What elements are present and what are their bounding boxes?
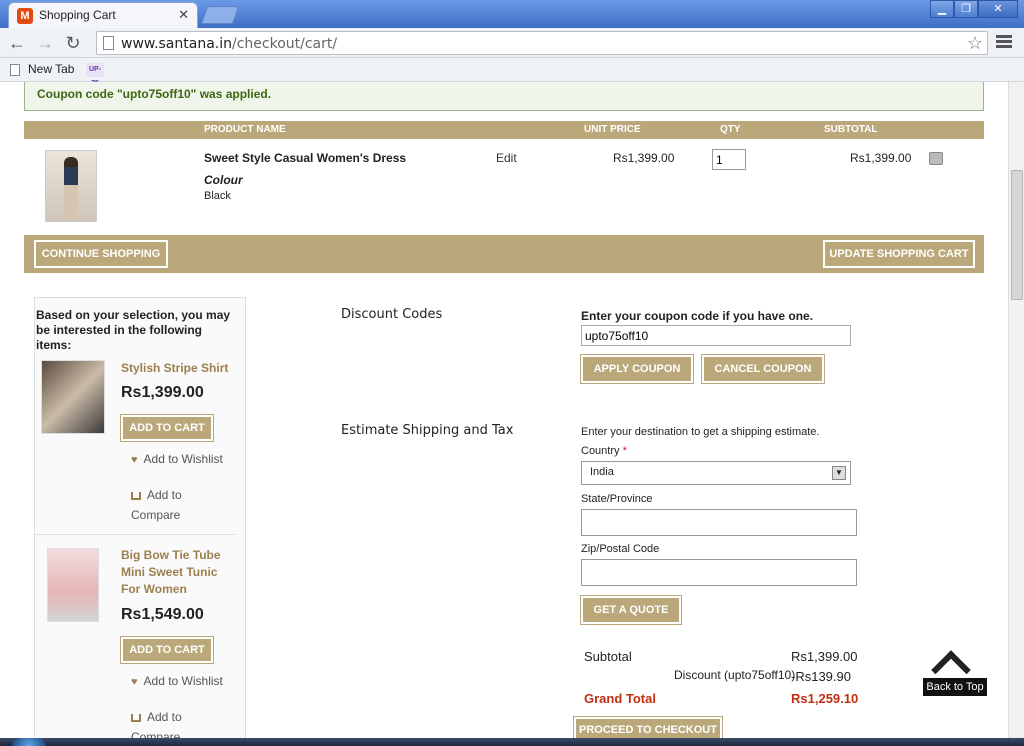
minimize-button[interactable]: ▁ [930, 0, 954, 18]
crosssell-item-image[interactable] [47, 548, 99, 622]
shipping-title: Estimate Shipping and Tax [341, 423, 514, 438]
bookmark-up75[interactable]: UP-75 [86, 63, 104, 87]
update-cart-button[interactable]: UPDATE SHOPPING CART [823, 240, 975, 268]
wishlist-label: Add to Wishlist [143, 674, 223, 688]
add-to-compare-link[interactable]: Add to Compare [131, 707, 201, 738]
unit-price: Rs1,399.00 [613, 151, 675, 165]
maximize-button[interactable]: ❐ [954, 0, 978, 18]
back-to-top-label: Back to Top [923, 678, 987, 696]
add-to-cart-button[interactable]: ADD TO CART [121, 637, 213, 663]
state-label: State/Province [581, 493, 653, 505]
discount-codes-title: Discount Codes [341, 307, 443, 322]
crosssell-item-name[interactable]: Big Bow Tie Tube Mini Sweet Tunic For Wo… [121, 547, 237, 598]
product-name[interactable]: Sweet Style Casual Women's Dress [204, 151, 406, 165]
grand-total-label: Grand Total [584, 691, 656, 706]
add-to-compare-link[interactable]: Add to Compare [131, 485, 201, 525]
header-product-name: PRODUCT NAME [204, 124, 286, 135]
crosssell-item-image[interactable] [41, 360, 105, 434]
product-image[interactable] [45, 150, 97, 222]
add-to-wishlist-link[interactable]: ♥ Add to Wishlist [131, 452, 223, 466]
continue-shopping-button[interactable]: CONTINUE SHOPPING [34, 240, 168, 268]
crosssell-sidebar: Based on your selection, you may be inte… [34, 297, 246, 738]
header-unit-price: UNIT PRICE [584, 124, 641, 135]
zip-label: Zip/Postal Code [581, 543, 660, 555]
url-text[interactable]: www.santana.in/checkout/cart/ [121, 36, 337, 52]
os-taskbar [0, 738, 1024, 746]
product-option-value: Black [204, 190, 231, 202]
item-subtotal: Rs1,399.00 [850, 151, 912, 165]
magento-favicon-icon: M [17, 8, 33, 24]
get-quote-button[interactable]: GET A QUOTE [581, 596, 681, 624]
add-to-wishlist-link[interactable]: ♥ Add to Wishlist [131, 674, 223, 688]
window-controls: ▁ ❐ ✕ [930, 0, 1018, 18]
heart-icon: ♥ [131, 676, 138, 688]
discount-value: -Rs139.90 [791, 669, 851, 684]
url-path: /checkout/cart/ [232, 36, 338, 52]
bookmark-new-tab[interactable]: New Tab [28, 62, 74, 76]
coupon-code-input[interactable] [581, 325, 851, 346]
start-button[interactable] [12, 738, 46, 746]
grand-total-value: Rs1,259.10 [791, 691, 859, 706]
country-value: India [590, 466, 614, 478]
scrollbar-thumb[interactable] [1011, 170, 1023, 300]
chrome-menu-icon[interactable] [996, 35, 1012, 50]
crosssell-item-price: Rs1,549.00 [121, 606, 204, 623]
cart-actions-bar: CONTINUE SHOPPING UPDATE SHOPPING CART [24, 235, 984, 273]
address-bar[interactable]: www.santana.in/checkout/cart/ ☆ [96, 31, 988, 55]
browser-toolbar: ← → ↻ www.santana.in/checkout/cart/ ☆ [0, 28, 1024, 58]
crosssell-divider [35, 534, 235, 535]
shipping-description: Enter your destination to get a shipping… [581, 426, 820, 438]
apply-coupon-button[interactable]: APPLY COUPON [581, 355, 693, 383]
header-subtotal: SUBTOTAL [824, 124, 878, 135]
subtotal-label: Subtotal [584, 649, 632, 664]
compare-icon [131, 491, 141, 500]
heart-icon: ♥ [131, 454, 138, 466]
back-arrow-icon[interactable]: ← [6, 33, 28, 55]
compare-icon [131, 713, 141, 722]
required-mark: * [622, 445, 627, 457]
page-content: Coupon code "upto75off10" was applied. P… [0, 82, 1008, 738]
tab-shopping-cart[interactable]: M Shopping Cart ✕ [8, 2, 198, 28]
close-window-button[interactable]: ✕ [978, 0, 1018, 18]
coupon-label: Enter your coupon code if you have one. [581, 309, 814, 323]
zip-input[interactable] [581, 559, 857, 586]
dropdown-arrow-icon[interactable]: ▼ [832, 466, 846, 480]
bookmarks-bar: New Tab UP-75 [0, 58, 1024, 87]
page-scrollbar[interactable] [1008, 82, 1024, 738]
country-select[interactable]: India ▼ [581, 461, 851, 485]
edit-item-link[interactable]: Edit [496, 151, 517, 165]
back-to-top-button[interactable]: Back to Top [923, 650, 987, 698]
browser-titlebar: M Shopping Cart ✕ ▁ ❐ ✕ [0, 0, 1024, 28]
proceed-to-checkout-button[interactable]: PROCEED TO CHECKOUT [574, 717, 722, 738]
success-message: Coupon code "upto75off10" was applied. [24, 82, 984, 111]
tab-close-icon[interactable]: ✕ [178, 7, 189, 23]
bookmark-star-icon[interactable]: ☆ [967, 33, 983, 54]
page-icon [103, 36, 114, 50]
new-tab-page-icon [10, 64, 20, 76]
crosssell-item-price: Rs1,399.00 [121, 384, 204, 401]
subtotal-value: Rs1,399.00 [791, 649, 858, 664]
crosssell-title: Based on your selection, you may be inte… [36, 308, 231, 352]
discount-label: Discount (upto75off10) [674, 668, 796, 682]
reload-icon[interactable]: ↻ [62, 33, 84, 55]
forward-arrow-icon[interactable]: → [34, 33, 56, 55]
wishlist-label: Add to Wishlist [143, 452, 223, 466]
country-label: Country * [581, 445, 627, 457]
qty-input[interactable] [712, 149, 746, 170]
add-to-cart-button[interactable]: ADD TO CART [121, 415, 213, 441]
cancel-coupon-button[interactable]: CANCEL COUPON [702, 355, 824, 383]
state-input[interactable] [581, 509, 857, 536]
product-option-label: Colour [204, 173, 243, 187]
cart-table-header: PRODUCT NAME UNIT PRICE QTY SUBTOTAL [24, 121, 984, 139]
header-qty: QTY [720, 124, 741, 135]
remove-item-icon[interactable] [929, 152, 943, 165]
url-domain: www.santana.in [121, 36, 232, 52]
tab-title: Shopping Cart [39, 8, 116, 22]
new-tab-button[interactable] [200, 6, 240, 24]
crosssell-item-name[interactable]: Stylish Stripe Shirt [121, 360, 241, 377]
